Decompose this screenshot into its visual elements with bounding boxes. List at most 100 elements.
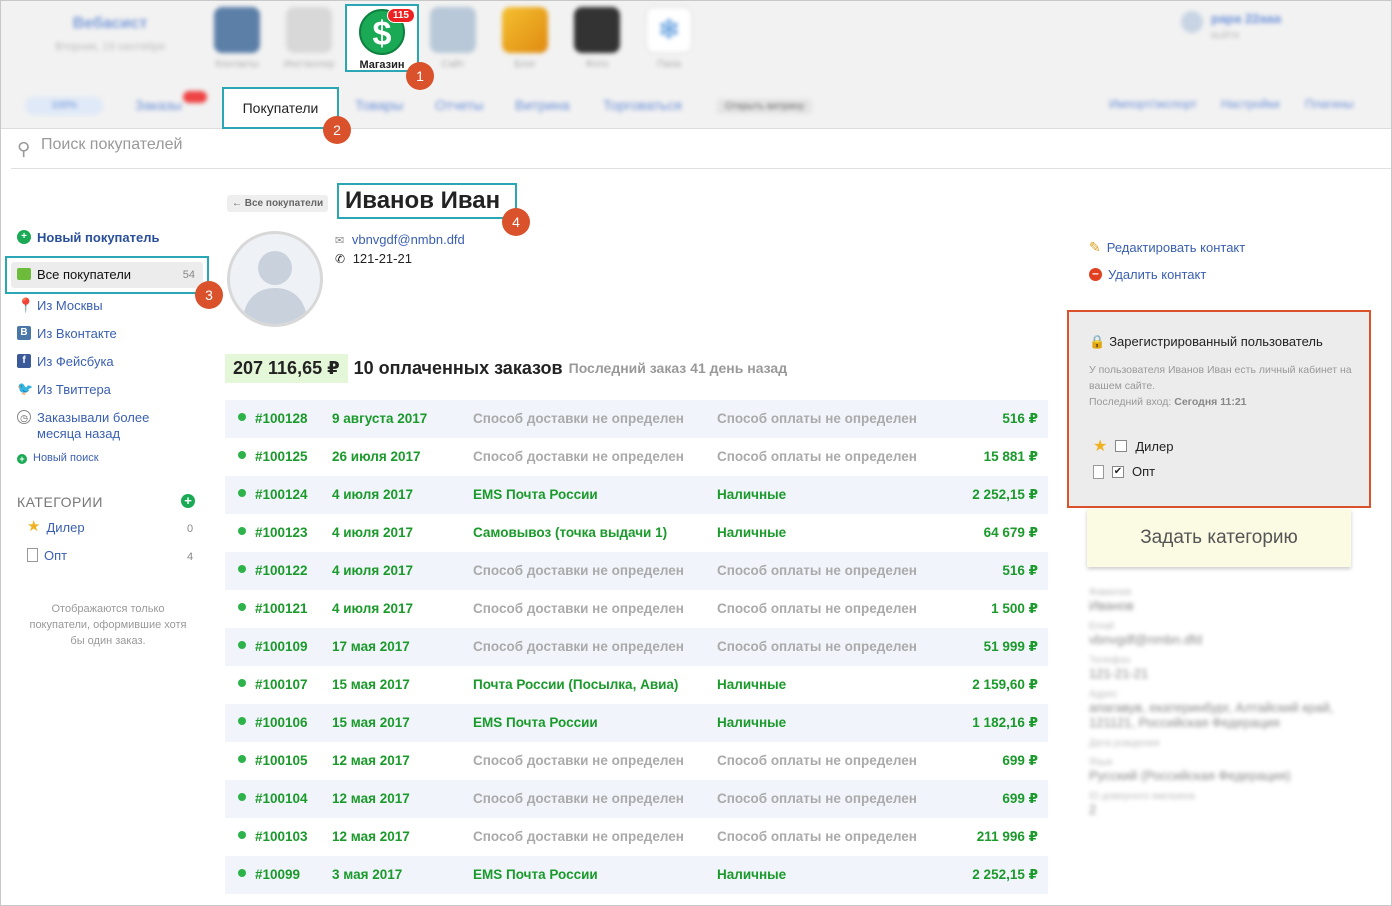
filter-vk[interactable]: B Из Вконтакте (17, 326, 117, 341)
callout-3: 3 (195, 281, 223, 309)
filter-facebook[interactable]: f Из Фейсбука (17, 354, 114, 369)
order-id[interactable]: #100104 (255, 791, 308, 806)
order-id[interactable]: #100123 (255, 525, 308, 540)
order-id[interactable]: #100124 (255, 487, 308, 502)
order-id[interactable]: #10099 (255, 867, 300, 882)
order-date: 4 июля 2017 (332, 525, 413, 540)
order-date: 15 мая 2017 (332, 715, 410, 730)
wholesale-checkbox[interactable]: ✔ (1112, 465, 1124, 478)
app-papa[interactable]: ❄ Папа (639, 7, 699, 70)
plus-icon: + (17, 230, 31, 244)
app-shop[interactable]: $ 115 Магазин (345, 4, 419, 72)
category-wholesale[interactable]: Опт (27, 548, 67, 563)
table-row[interactable]: #10099 3 мая 2017 EMS Почта России Наличные… (225, 856, 1048, 894)
table-row[interactable]: #100107 15 мая 2017 Почта России (Посылка,… (225, 666, 1048, 704)
app-blog[interactable]: Блог (495, 7, 555, 70)
order-id[interactable]: #100103 (255, 829, 308, 844)
edit-contact-link[interactable]: ✎ Редактировать контакт (1089, 239, 1245, 256)
category-count: 0 (187, 523, 194, 535)
table-row[interactable]: #100121 4 июля 2017 Способ доставки не опр… (225, 590, 1048, 628)
tab-customers[interactable]: Покупатели (222, 87, 339, 129)
order-id[interactable]: #100107 (255, 677, 308, 692)
order-delivery: Способ доставки не определен (473, 639, 684, 654)
status-dot (238, 755, 246, 763)
avatar[interactable] (227, 231, 323, 327)
star-icon: ★ (1093, 438, 1108, 455)
order-payment: Способ оплаты не определен (717, 753, 917, 768)
order-id[interactable]: #100106 (255, 715, 308, 730)
plus-icon: + (17, 454, 27, 464)
delete-contact-link[interactable]: – Удалить контакт (1089, 267, 1206, 282)
customer-email[interactable]: vbnvgdf@nmbn.dfd (352, 232, 465, 247)
app-installer[interactable]: Инсталлер (279, 7, 339, 70)
category-dealer[interactable]: ★ Дилер (27, 519, 85, 535)
table-row[interactable]: #100124 4 июля 2017 EMS Почта России Наличн… (225, 476, 1048, 514)
order-id[interactable]: #100109 (255, 639, 308, 654)
category-checkbox-dealer[interactable]: ★ Дилер (1093, 436, 1173, 456)
filter-old-orders[interactable]: ◷ Заказывали более месяца назад (17, 410, 187, 442)
table-row[interactable]: #100105 12 мая 2017 Способ доставки не опр… (225, 742, 1048, 780)
table-row[interactable]: #100109 17 мая 2017 Способ доставки не опр… (225, 628, 1048, 666)
app-site[interactable]: Сайт (423, 7, 483, 70)
order-id[interactable]: #100125 (255, 449, 308, 464)
filter-label: Из Фейсбука (37, 354, 114, 369)
order-payment: Наличные (717, 487, 787, 502)
user-avatar (1181, 11, 1203, 33)
app-contacts[interactable]: Контакты (207, 7, 267, 70)
category-label: Дилер (46, 520, 85, 535)
category-checkbox-wholesale[interactable]: ✔ Опт (1093, 464, 1155, 479)
tab-products[interactable]: Товары (355, 97, 403, 113)
back-link[interactable]: ← Все покупатели (227, 195, 329, 212)
last-login-label: Последний вход: (1089, 396, 1172, 408)
status-dot (238, 679, 246, 687)
all-customers-item[interactable]: Все покупатели 54 (11, 262, 203, 288)
user-logout[interactable]: выйти (1211, 30, 1281, 41)
progress-pill: 100% (25, 97, 103, 115)
user-block[interactable]: papa 22aaa выйти (1181, 11, 1281, 41)
contact-details: Фамилия Иванов Email vbnvgdf@nmbn.dfd Телефо… (1089, 579, 1349, 817)
table-row[interactable]: #100103 12 мая 2017 Способ доставки не опр… (225, 818, 1048, 856)
order-payment: Способ оплаты не определен (717, 829, 917, 844)
new-customer-link[interactable]: + Новый покупатель (17, 230, 159, 245)
search-bar: ⚲ (11, 129, 1391, 169)
detail-label: Дата рождения (1089, 738, 1160, 749)
table-row[interactable]: #100128 9 августа 2017 Способ доставки не … (225, 400, 1048, 438)
table-row[interactable]: #100122 4 июля 2017 Способ доставки не опр… (225, 552, 1048, 590)
all-customers-count: 54 (182, 269, 195, 281)
table-row[interactable]: #100123 4 июля 2017 Самовывоз (точка выдач… (225, 514, 1048, 552)
order-payment: Способ оплаты не определен (717, 563, 917, 578)
lock-icon: 🔒 (1089, 334, 1106, 349)
tab-storefront[interactable]: Витрина (515, 97, 570, 113)
tab-plugins[interactable]: Плагины (1305, 97, 1354, 111)
account-block[interactable]: Вебасист Вторник, 19 сентября (45, 15, 175, 53)
add-category-button[interactable]: + (181, 494, 195, 508)
order-id[interactable]: #100121 (255, 601, 308, 616)
order-delivery: Способ доставки не определен (473, 411, 684, 426)
order-delivery: Способ доставки не определен (473, 753, 684, 768)
tab-settings[interactable]: Настройки (1221, 97, 1280, 111)
order-id[interactable]: #100105 (255, 753, 308, 768)
order-id[interactable]: #100128 (255, 411, 308, 426)
table-row[interactable]: #100106 15 мая 2017 EMS Почта России Наличн… (225, 704, 1048, 742)
orders-badge (183, 91, 207, 103)
order-amount: 211 996 ₽ (976, 829, 1038, 844)
tab-import-export[interactable]: Импорт/экспорт (1109, 97, 1197, 111)
order-id[interactable]: #100122 (255, 563, 308, 578)
search-input[interactable] (41, 136, 441, 154)
table-row[interactable]: #100104 12 мая 2017 Способ доставки не опр… (225, 780, 1048, 818)
tab-marketing[interactable]: Торговаться (603, 97, 682, 113)
detail-value: 121-21-21 (1089, 666, 1149, 681)
set-category-button[interactable]: Задать категорию (1087, 509, 1351, 567)
order-date: 9 августа 2017 (332, 411, 428, 426)
table-row[interactable]: #100125 26 июля 2017 Способ доставки не оп… (225, 438, 1048, 476)
tab-orders[interactable]: Заказы (135, 97, 182, 113)
app-photo[interactable]: Фото (567, 7, 627, 70)
filter-moscow[interactable]: 📍 Из Москвы (17, 298, 103, 313)
snowflake-icon: ❄ (646, 7, 692, 53)
tab-reports[interactable]: Отчеты (435, 97, 483, 113)
status-dot (238, 641, 246, 649)
open-store-button[interactable]: Открыть витрину (717, 99, 813, 114)
filter-twitter[interactable]: 🐦 Из Твиттера (17, 382, 111, 398)
new-search-link[interactable]: + Новый поиск (17, 452, 99, 464)
dealer-checkbox[interactable] (1115, 440, 1128, 452)
